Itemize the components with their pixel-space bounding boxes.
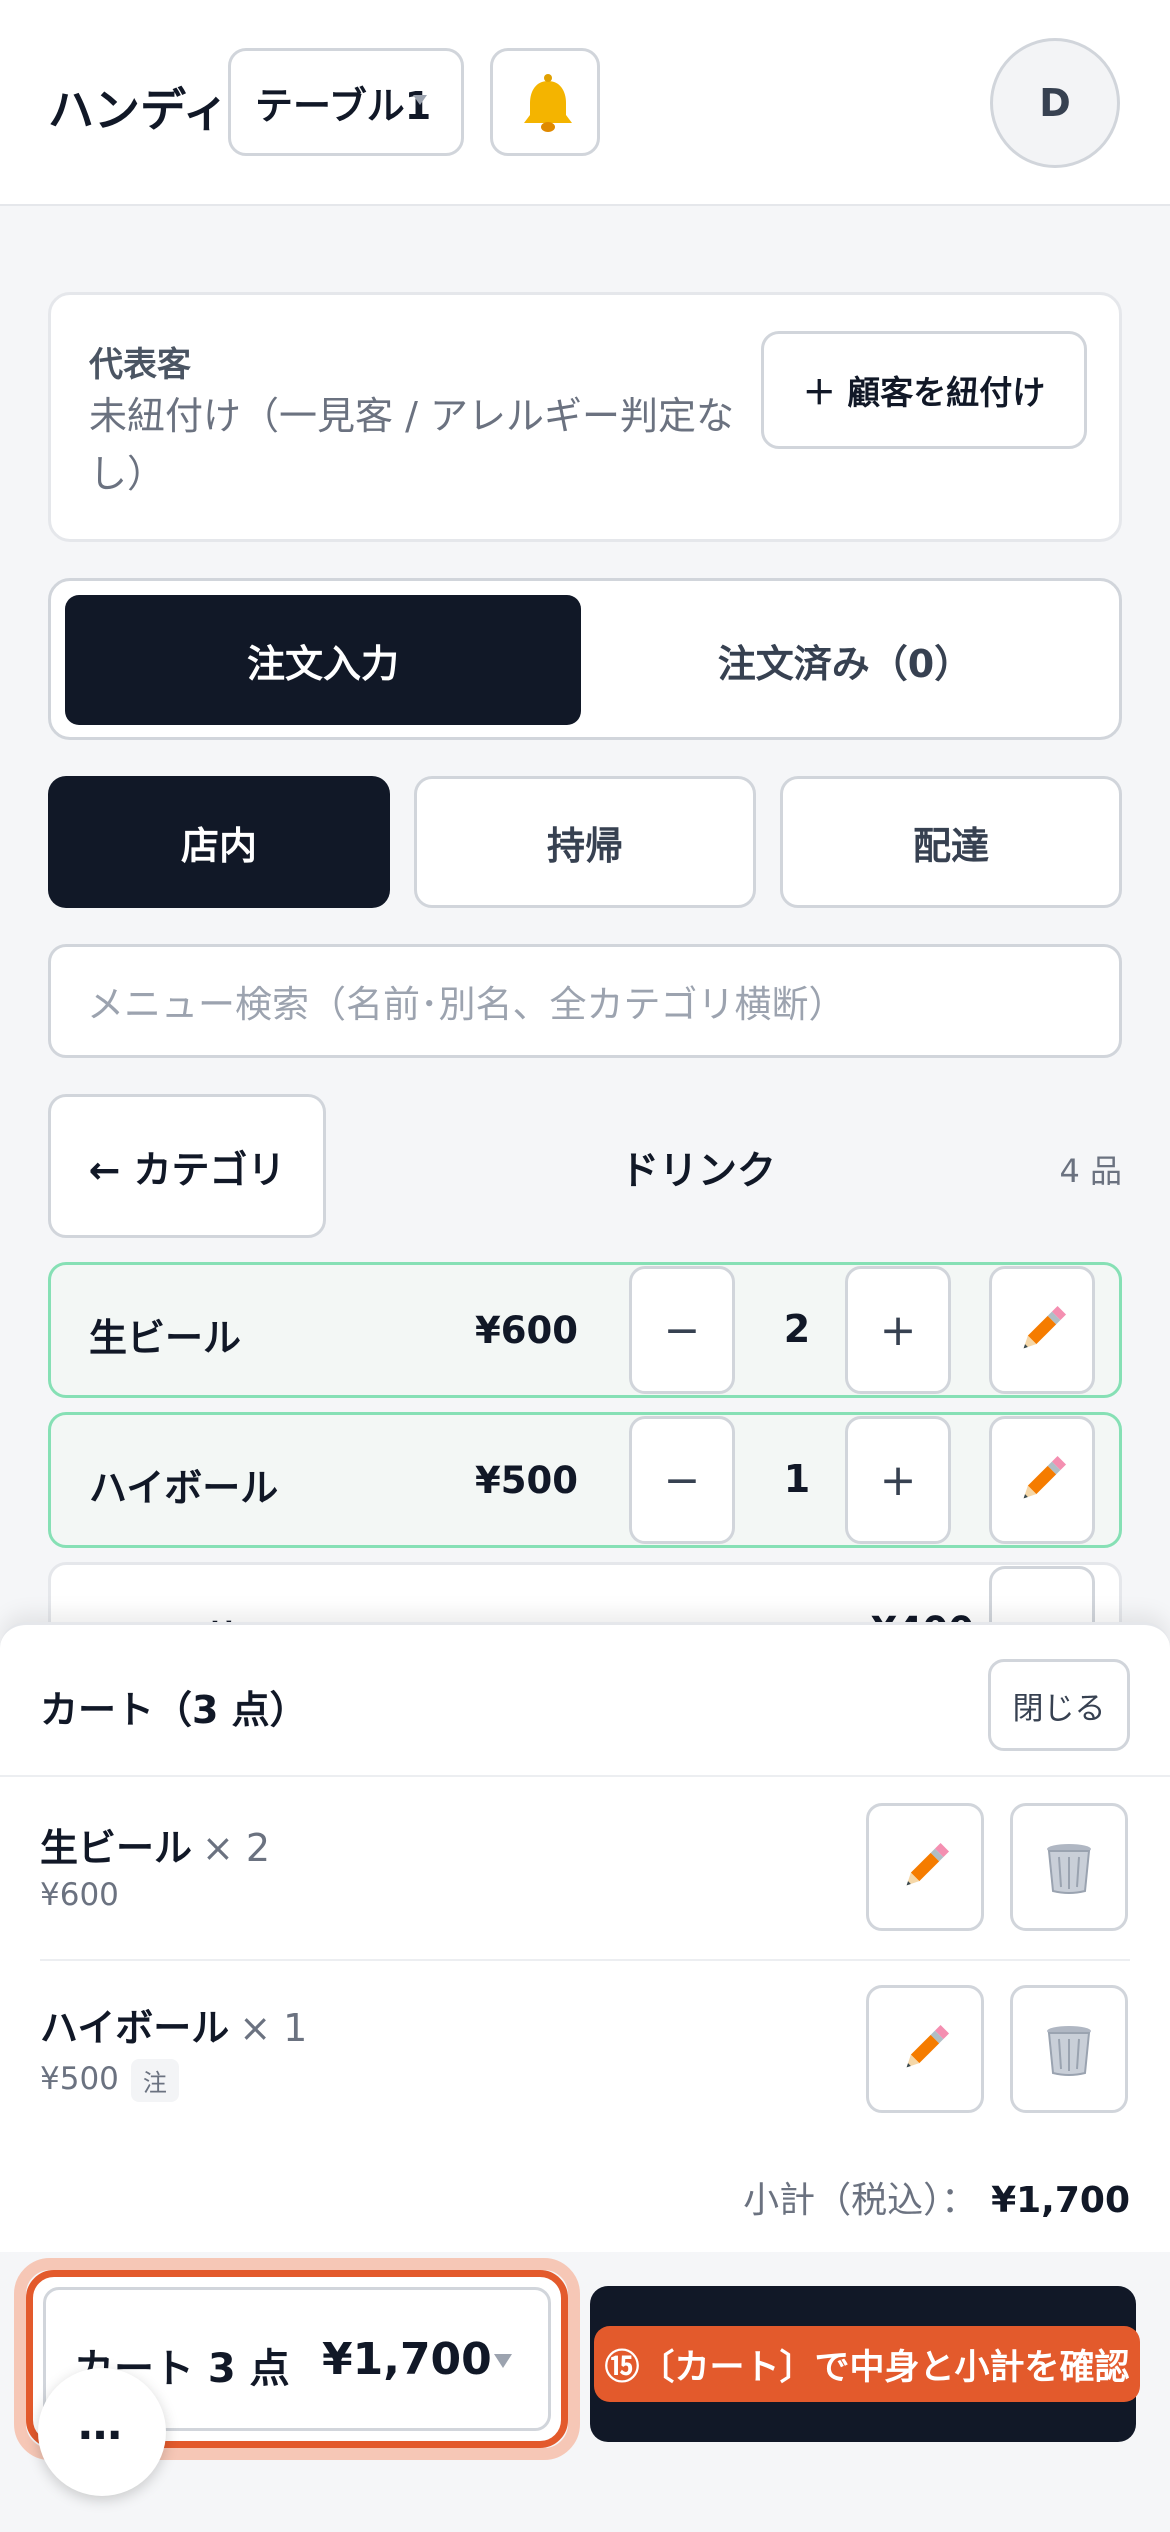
subtotal-label: 小計（税込）： <box>743 2180 978 2221</box>
customer-caption: 代表客 <box>89 345 191 385</box>
menu-item-price: ¥600 <box>475 1309 578 1352</box>
pencil-icon <box>906 1842 950 1886</box>
menu-item-qty: 2 <box>783 1307 811 1351</box>
tutorial-callout: ⑮〔カート〕で中身と小計を確認 <box>594 2326 1140 2402</box>
bell-icon <box>524 74 572 132</box>
avatar[interactable]: D <box>990 38 1120 168</box>
menu-item-name: 生ビール <box>89 1316 242 1360</box>
order-type-dine-in[interactable]: 店内 <box>48 776 390 908</box>
table-select[interactable]: テーブル1 <box>228 48 464 156</box>
cart-toggle-total: ¥1,700 <box>322 2334 492 2385</box>
menu-search-input[interactable]: メニュー検索（名前･別名、全カテゴリ横断） <box>48 944 1122 1058</box>
order-type-takeout[interactable]: 持帰 <box>414 776 756 908</box>
cart-item-price: ¥500 <box>40 2061 119 2097</box>
menu-item[interactable]: 生ビール ¥600 − 2 + <box>48 1262 1122 1398</box>
customer-card: 代表客 未紐付け（一見客 / アレルギー判定なし） ＋ 顧客を紐付け <box>48 292 1122 542</box>
divider <box>0 1775 1170 1777</box>
menu-item[interactable]: ハイボール ¥500 − 1 + <box>48 1412 1122 1548</box>
pencil-icon <box>1023 1455 1067 1499</box>
app-title: ハンディ <box>48 83 229 137</box>
cart-item-name: 生ビール × 2 <box>40 1817 270 1872</box>
decrement-button[interactable]: − <box>629 1416 735 1544</box>
divider <box>40 1959 1130 1961</box>
pencil-icon <box>1023 1305 1067 1349</box>
app-header: ハンディ テーブル1 D <box>0 0 1170 206</box>
note-badge: 注 <box>130 2059 179 2102</box>
tab-order-input[interactable]: 注文入力 <box>65 595 581 725</box>
cart-item-name: ハイボール × 1 <box>40 1997 307 2052</box>
chevron-down-icon <box>413 95 427 105</box>
close-cart-button[interactable]: 閉じる <box>988 1659 1130 1751</box>
category-count: 4 品 <box>1059 1152 1122 1190</box>
pencil-icon <box>906 2024 950 2068</box>
cart-subtotal: 小計（税込）： ¥1,700 <box>743 2171 1130 2223</box>
delete-cart-item-button[interactable] <box>1010 1985 1128 2113</box>
increment-button[interactable]: + <box>845 1266 951 1394</box>
menu-item-qty: 1 <box>783 1457 811 1501</box>
category-title: ドリンク <box>620 1149 777 1194</box>
trash-icon <box>1047 2026 1091 2076</box>
cart-item-price: ¥600 <box>40 1877 119 1913</box>
delete-cart-item-button[interactable] <box>1010 1803 1128 1931</box>
more-menu-button[interactable]: … <box>38 2368 166 2496</box>
increment-button[interactable]: + <box>845 1416 951 1544</box>
cart-item-label: ハイボール <box>40 2006 230 2050</box>
menu-item-price: ¥500 <box>475 1459 578 1502</box>
cart-sheet: カート（3 点） 閉じる 生ビール × 2 ¥600 ハイボール × 1 ¥50… <box>0 1622 1170 2252</box>
link-customer-button[interactable]: ＋ 顧客を紐付け <box>761 331 1087 449</box>
trash-icon <box>1047 1844 1091 1894</box>
menu-item-name: ハイボール <box>89 1466 279 1510</box>
cart-item-label: 生ビール <box>40 1826 193 1870</box>
chevron-down-icon <box>494 2354 512 2368</box>
back-to-categories-button[interactable]: ← カテゴリ <box>48 1094 326 1238</box>
edit-button[interactable] <box>989 1266 1095 1394</box>
customer-description: 未紐付け（一見客 / アレルギー判定なし） <box>89 394 734 496</box>
order-tabs: 注文入力 注文済み（0） <box>48 578 1122 740</box>
edit-cart-item-button[interactable] <box>866 1803 984 1931</box>
order-type-delivery[interactable]: 配達 <box>780 776 1122 908</box>
tab-ordered[interactable]: 注文済み（0） <box>585 595 1105 725</box>
subtotal-value: ¥1,700 <box>991 2180 1130 2221</box>
edit-cart-item-button[interactable] <box>866 1985 984 2113</box>
call-button[interactable] <box>490 48 600 156</box>
cart-item-qty: × 1 <box>239 2006 308 2050</box>
edit-button[interactable] <box>989 1416 1095 1544</box>
decrement-button[interactable]: − <box>629 1266 735 1394</box>
cart-item-price-row: ¥500 注 <box>40 2059 179 2102</box>
cart-title: カート（3 点） <box>40 1688 308 1732</box>
cart-item-qty: × 2 <box>202 1826 271 1870</box>
table-select-label: テーブル1 <box>255 83 432 128</box>
